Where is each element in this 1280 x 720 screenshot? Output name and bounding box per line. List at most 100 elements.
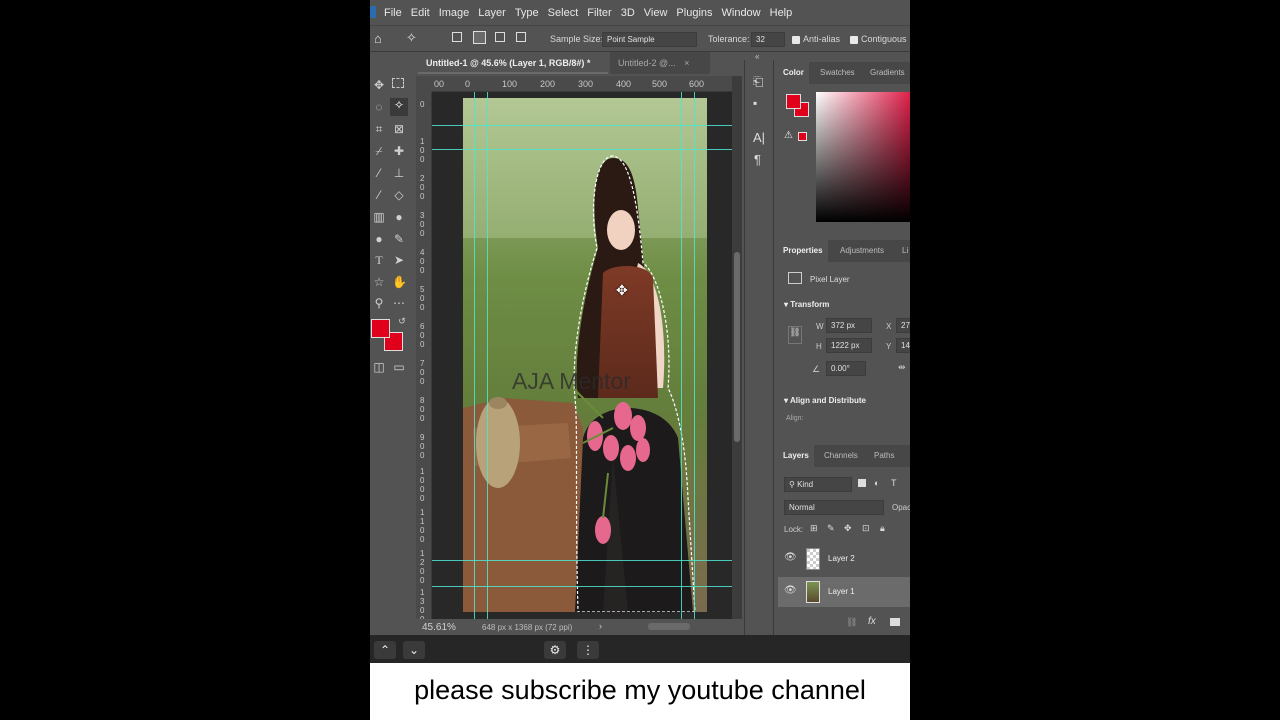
move-tool-icon[interactable]: ✥ <box>372 78 386 92</box>
tab-untitled-1[interactable]: Untitled-1 @ 45.6% (Layer 1, RGB/8#) * × <box>418 52 608 90</box>
lock-transparent-icon[interactable]: ⊞ <box>810 523 818 534</box>
flip-horizontal-icon[interactable]: ⇹ <box>898 362 906 373</box>
lasso-tool-icon[interactable]: ◌ <box>372 100 386 114</box>
healing-brush-tool-icon[interactable]: ✚ <box>392 144 406 158</box>
history-icon[interactable]: ⎗ <box>753 74 763 90</box>
visibility-eye-icon[interactable]: 👁︎ <box>784 552 797 563</box>
menu-3d[interactable]: 3D <box>621 7 635 19</box>
guide-horizontal[interactable] <box>432 125 732 126</box>
layer-row[interactable]: 👁︎ Layer 2 <box>778 544 910 574</box>
dodge-tool-icon[interactable]: ● <box>372 232 386 246</box>
swap-colors-icon[interactable]: ↺ <box>395 314 409 328</box>
intersect-selection-icon[interactable] <box>516 32 526 42</box>
menu-select[interactable]: Select <box>548 7 579 19</box>
menu-file[interactable]: File <box>384 7 402 19</box>
gradient-tool-icon[interactable]: ▥ <box>372 210 386 224</box>
blur-tool-icon[interactable]: ● <box>392 210 406 224</box>
tab-swatches[interactable]: Swatches <box>820 62 855 84</box>
comments-icon[interactable]: ▪ <box>753 96 757 110</box>
chevron-down-icon[interactable]: ⌄ <box>403 641 425 659</box>
paragraph-icon[interactable]: ¶ <box>754 152 761 167</box>
tab-gradients[interactable]: Gradients <box>870 62 905 84</box>
contiguous-checkbox[interactable]: Contiguous <box>850 34 907 44</box>
menu-layer[interactable]: Layer <box>478 7 506 19</box>
filter-pixel-icon[interactable] <box>858 479 866 487</box>
color-panel-foreground-swatch[interactable] <box>786 94 801 109</box>
close-icon[interactable]: × <box>684 58 689 68</box>
magic-wand-tool-preset-icon[interactable]: ✧ <box>406 30 417 46</box>
magic-wand-tool-icon[interactable]: ✧ <box>390 98 408 116</box>
color-field[interactable] <box>816 92 910 222</box>
more-tools-icon[interactable]: ⋯ <box>392 296 406 310</box>
horizontal-scroll-thumb[interactable] <box>648 623 690 630</box>
pen-tool-icon[interactable]: ✎ <box>392 232 406 246</box>
frame-tool-icon[interactable]: ⊠ <box>392 122 406 136</box>
scroll-thumb[interactable] <box>734 252 740 442</box>
tab-layers[interactable]: Layers <box>778 445 814 467</box>
crop-tool-icon[interactable]: ⌗ <box>372 122 386 136</box>
sample-size-select[interactable]: Point Sample <box>602 32 697 47</box>
zoom-level[interactable]: 45.61% <box>422 622 456 633</box>
tab-untitled-2[interactable]: Untitled-2 @... × <box>610 52 710 74</box>
layer-row[interactable]: 👁︎ Layer 1 <box>778 577 910 607</box>
tab-properties[interactable]: Properties <box>778 240 828 262</box>
add-to-selection-icon[interactable] <box>473 31 486 44</box>
menu-edit[interactable]: Edit <box>411 7 430 19</box>
lock-position-icon[interactable]: ✥ <box>844 523 852 534</box>
align-section-title[interactable]: ▾ Align and Distribute <box>784 396 866 405</box>
filter-type-icon[interactable]: T <box>891 478 897 488</box>
transform-section-title[interactable]: ▾ Transform <box>784 300 829 309</box>
link-dimensions-icon[interactable]: ⛓ <box>788 326 802 344</box>
guide-vertical[interactable] <box>694 92 695 619</box>
add-mask-icon[interactable] <box>890 618 900 626</box>
layer-style-button[interactable]: fx <box>868 616 876 627</box>
web-safe-swatch[interactable] <box>798 132 807 141</box>
menu-plugins[interactable]: Plugins <box>676 7 712 19</box>
guide-horizontal[interactable] <box>432 149 732 150</box>
menu-type[interactable]: Type <box>515 7 539 19</box>
character-icon[interactable]: A| <box>753 130 765 145</box>
tab-channels[interactable]: Channels <box>824 445 858 467</box>
marquee-tool-icon[interactable] <box>392 78 404 88</box>
tab-color[interactable]: Color <box>778 62 809 84</box>
x-input[interactable]: 272 <box>896 318 910 333</box>
horizontal-ruler[interactable]: 00 0 100 200 300 400 500 600 <box>432 76 732 92</box>
link-layers-icon[interactable]: ⛓ <box>846 617 857 628</box>
menu-image[interactable]: Image <box>439 7 470 19</box>
anti-alias-checkbox[interactable]: Anti-alias <box>792 34 840 44</box>
path-selection-tool-icon[interactable]: ➤ <box>392 253 406 267</box>
tab-paths[interactable]: Paths <box>874 445 894 467</box>
guide-vertical[interactable] <box>681 92 682 619</box>
lock-image-icon[interactable]: ✎ <box>827 523 835 534</box>
foreground-color-swatch[interactable] <box>371 319 390 338</box>
new-selection-icon[interactable] <box>452 32 462 42</box>
layer-name[interactable]: Layer 1 <box>828 587 855 596</box>
height-input[interactable]: 1222 px <box>826 338 872 353</box>
angle-input[interactable]: 0.00° <box>826 361 866 376</box>
width-input[interactable]: 372 px <box>826 318 872 333</box>
eraser-tool-icon[interactable]: ◇ <box>392 188 406 202</box>
menu-help[interactable]: Help <box>770 7 793 19</box>
blend-mode-select[interactable]: Normal <box>784 500 884 515</box>
shape-tool-icon[interactable]: ☆ <box>372 275 386 289</box>
visibility-eye-icon[interactable]: 👁︎ <box>784 585 797 596</box>
canvas-area[interactable]: AJA Mentor ✥ <box>432 92 732 619</box>
history-brush-tool-icon[interactable]: ⁄ <box>372 188 386 202</box>
guide-horizontal[interactable] <box>432 586 732 587</box>
tolerance-input[interactable]: 32 <box>751 32 785 47</box>
guide-horizontal[interactable] <box>432 560 732 561</box>
stamp-tool-icon[interactable]: ⊥ <box>392 166 406 180</box>
chevron-up-icon[interactable]: ⌃ <box>374 641 396 659</box>
filter-adjustment-icon[interactable]: ◐ <box>874 478 879 488</box>
menu-filter[interactable]: Filter <box>587 7 611 19</box>
layer-name[interactable]: Layer 2 <box>828 554 855 563</box>
zoom-tool-icon[interactable]: ⚲ <box>372 296 386 310</box>
chevron-right-icon[interactable]: › <box>599 621 602 631</box>
settings-icon[interactable]: ⚙ <box>544 641 566 659</box>
menu-view[interactable]: View <box>644 7 668 19</box>
brush-tool-icon[interactable]: ⁄ <box>372 166 386 180</box>
photo-canvas[interactable] <box>463 98 707 612</box>
hand-tool-icon[interactable]: ✋ <box>392 275 407 289</box>
tab-libraries[interactable]: Li <box>902 240 908 262</box>
quick-mask-icon[interactable]: ◫ <box>372 360 386 374</box>
